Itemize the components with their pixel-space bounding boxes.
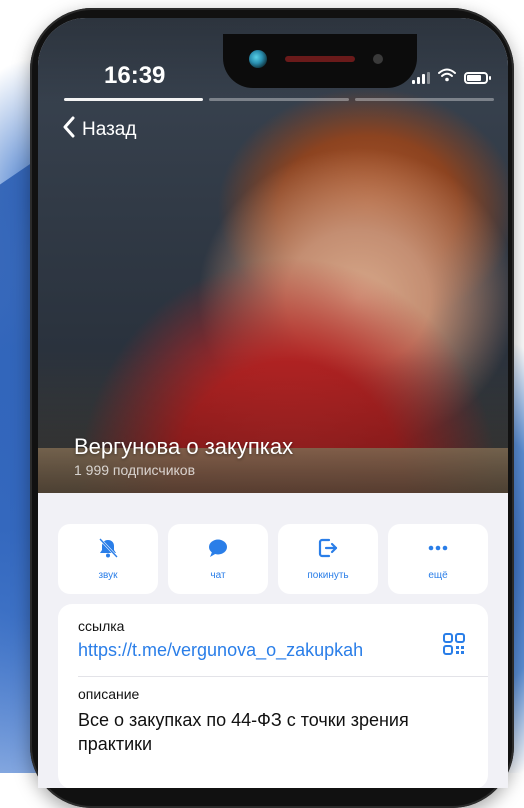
bell-muted-icon: [97, 537, 119, 564]
chevron-left-icon: [62, 116, 76, 144]
more-button[interactable]: ещё: [388, 524, 488, 594]
battery-icon: [464, 71, 491, 84]
status-time: 16:39: [104, 62, 166, 89]
qr-code-icon[interactable]: [442, 632, 466, 661]
leave-button[interactable]: покинуть: [278, 524, 378, 594]
channel-link[interactable]: https://t.me/vergunova_o_zakupkah: [78, 640, 363, 661]
back-button[interactable]: Назад: [62, 116, 136, 144]
signal-icon: [412, 71, 430, 84]
leave-label: покинуть: [307, 570, 349, 581]
channel-description: Все о закупках по 44-ФЗ с точки зрения п…: [78, 710, 409, 754]
mute-label: звук: [98, 570, 118, 581]
sensor: [373, 54, 383, 64]
speaker: [285, 56, 355, 62]
action-bar: звук чат покинуть ещё: [58, 524, 488, 594]
channel-title: Вергунова о закупках: [74, 434, 294, 459]
camera-icon: [249, 50, 267, 68]
wifi-icon: [438, 68, 456, 87]
back-label: Назад: [82, 119, 137, 140]
info-divider: [78, 676, 488, 677]
more-dots-icon: [427, 537, 449, 564]
more-label: ещё: [428, 570, 448, 581]
subscriber-count: 1 999 подписчиков: [74, 462, 196, 478]
chat-button[interactable]: чат: [168, 524, 268, 594]
info-card: ссылка https://t.me/vergunova_o_zakupkah…: [58, 604, 488, 788]
story-progress: [64, 98, 494, 101]
mute-button[interactable]: звук: [58, 524, 158, 594]
leave-icon: [317, 537, 339, 564]
chat-label: чат: [210, 570, 226, 581]
story-segment: [64, 98, 204, 101]
notch: [223, 34, 417, 88]
description-label: описание: [78, 686, 140, 702]
link-label: ссылка: [78, 618, 125, 634]
status-icons: [412, 68, 491, 87]
chat-bubble-icon: [207, 537, 229, 564]
story-segment: [354, 98, 494, 101]
phone-screen: 16:39 Назад Вергунова о закупках 1 999 п…: [38, 18, 508, 788]
story-segment: [209, 98, 349, 101]
